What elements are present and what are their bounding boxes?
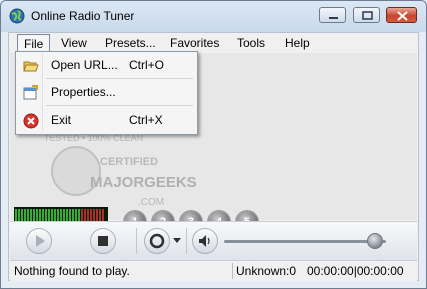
watermark-line-4: .COM bbox=[138, 197, 164, 208]
menu-item-shortcut: Ctrl+X bbox=[129, 113, 163, 127]
menu-tools[interactable]: Tools bbox=[231, 35, 271, 51]
separator bbox=[186, 228, 187, 254]
watermark-line-2: CERTIFIED bbox=[100, 156, 158, 168]
app-window: Online Radio Tuner File View Presets... … bbox=[0, 0, 427, 289]
mute-button[interactable] bbox=[192, 228, 218, 254]
menu-item-label: Properties... bbox=[51, 85, 116, 99]
menu-item-label: Open URL... bbox=[51, 58, 118, 72]
record-icon bbox=[149, 233, 165, 249]
minimize-button[interactable] bbox=[319, 7, 346, 23]
menu-item-label: Exit bbox=[51, 113, 72, 127]
menu-item-properties[interactable]: Properties... bbox=[18, 82, 194, 102]
properties-icon bbox=[23, 85, 38, 100]
close-button[interactable] bbox=[386, 7, 417, 23]
status-message: Nothing found to play. bbox=[14, 264, 130, 278]
playback-controls bbox=[10, 221, 417, 260]
globe-icon bbox=[9, 8, 25, 24]
status-time: 00:00:00|00:00:00 bbox=[307, 264, 404, 278]
maximize-button[interactable] bbox=[353, 7, 380, 23]
status-stream: Unknown:0 bbox=[236, 264, 297, 278]
separator bbox=[136, 228, 137, 254]
title-bar[interactable]: Online Radio Tuner bbox=[1, 1, 426, 32]
maximize-icon bbox=[362, 11, 373, 20]
exit-icon bbox=[23, 113, 39, 129]
menu-item-exit[interactable]: Exit Ctrl+X bbox=[18, 110, 194, 130]
watermark-line-3: MAJORGEEKS bbox=[90, 174, 197, 191]
menu-separator bbox=[46, 105, 193, 106]
status-separator bbox=[232, 263, 233, 279]
record-button[interactable] bbox=[144, 228, 170, 254]
menu-view[interactable]: View bbox=[55, 35, 93, 51]
volume-slider-thumb[interactable] bbox=[366, 233, 383, 249]
open-folder-icon bbox=[23, 61, 39, 72]
stop-icon bbox=[98, 236, 108, 246]
play-icon bbox=[36, 235, 45, 247]
close-icon bbox=[397, 11, 408, 21]
volume-slider-track[interactable] bbox=[224, 240, 386, 243]
menu-separator bbox=[46, 78, 193, 79]
menu-item-shortcut: Ctrl+O bbox=[129, 58, 165, 72]
status-bar: Nothing found to play. Unknown:0 00:00:0… bbox=[10, 260, 417, 281]
play-button[interactable] bbox=[26, 228, 52, 254]
menu-favorites[interactable]: Favorites bbox=[164, 35, 225, 51]
chevron-down-icon[interactable] bbox=[173, 238, 181, 244]
window-title: Online Radio Tuner bbox=[31, 9, 135, 23]
file-menu-dropdown: Open URL... Ctrl+O Properties... Exit Ct… bbox=[15, 51, 198, 135]
minimize-icon bbox=[329, 17, 338, 19]
menu-item-open-url[interactable]: Open URL... Ctrl+O bbox=[18, 55, 194, 75]
stop-button[interactable] bbox=[90, 228, 116, 254]
menu-help[interactable]: Help bbox=[279, 35, 316, 51]
menu-bar: File View Presets... Favorites Tools Hel… bbox=[9, 33, 418, 53]
speaker-icon bbox=[199, 235, 210, 247]
menu-presets[interactable]: Presets... bbox=[99, 35, 162, 51]
